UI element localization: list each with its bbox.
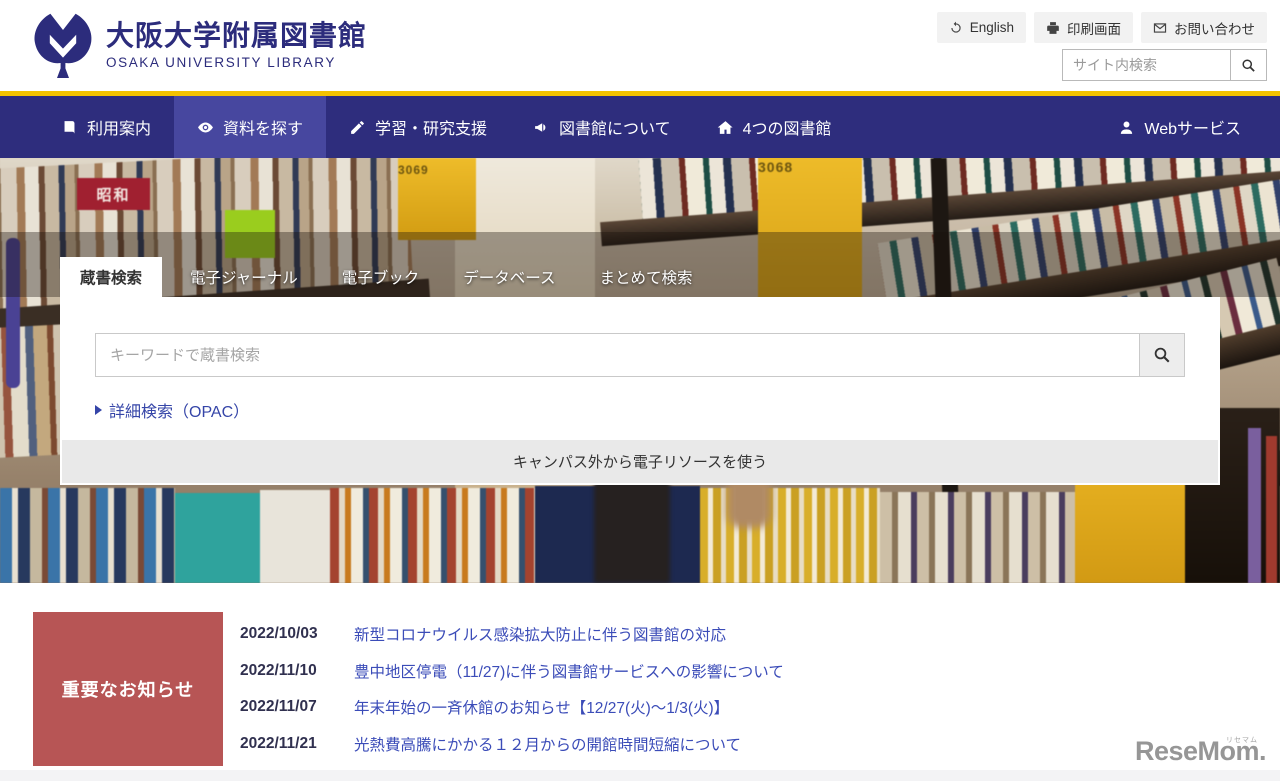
catalog-search-widget: 蔵書検索 電子ジャーナル 電子ブック データベース まとめて検索 詳細検索（OP… — [60, 257, 1220, 485]
resemom-watermark: リセマム ReseMom. — [1135, 736, 1267, 767]
tab-e-journal[interactable]: 電子ジャーナル — [174, 257, 314, 297]
library-logo[interactable]: 大阪大学附属図書館 OSAKA UNIVERSITY LIBRARY — [33, 7, 367, 83]
shelf-number-right: 3068 — [758, 159, 794, 175]
nav-item-four-libraries[interactable]: 4つの図書館 — [694, 96, 855, 158]
news-link[interactable]: 豊中地区停電（11/27)に伴う図書館サービスへの影響について — [354, 660, 784, 682]
catalog-search-bar — [60, 297, 1220, 377]
news-row: 2022/11/21 光熱費高騰にかかる１２月からの開館時間短縮について — [240, 733, 1220, 755]
book-spine-label: 昭和 — [96, 186, 131, 204]
news-link[interactable]: 新型コロナウイルス感染拡大防止に伴う図書館の対応 — [354, 623, 726, 645]
header: 大阪大学附属図書館 OSAKA UNIVERSITY LIBRARY Engli… — [0, 0, 1280, 91]
decor-warm-spines — [330, 488, 535, 583]
nav-item-learning-support[interactable]: 学習・研究支援 — [326, 96, 510, 158]
user-icon — [1121, 121, 1133, 134]
news-date: 2022/11/07 — [240, 698, 317, 716]
decor-books-bottom-left — [0, 488, 175, 583]
ginkgo-leaf-logo-icon — [34, 13, 92, 78]
footer-strip — [0, 770, 1280, 781]
main-nav: 利用案内 資料を探す 学習・研究支援 図書館について 4つの図書館 Webサービ… — [0, 96, 1280, 158]
print-button[interactable]: 印刷画面 — [1034, 12, 1133, 43]
nav-label: 資料を探す — [223, 121, 304, 138]
nav-item-find-materials[interactable]: 資料を探す — [174, 96, 327, 158]
decor-red-spine: 昭和 — [77, 178, 150, 210]
shelf-number-left: 3069 — [398, 163, 429, 177]
mail-icon — [1153, 22, 1167, 33]
news-date: 2022/11/10 — [240, 661, 317, 679]
site-search — [1062, 49, 1267, 81]
offcampus-resources-button[interactable]: キャンパス外から電子リソースを使う — [62, 440, 1218, 483]
advanced-search-label: 詳細検索（OPAC） — [109, 404, 250, 421]
book-icon — [64, 120, 75, 134]
news-list: 2022/10/03 新型コロナウイルス感染拡大防止に伴う図書館の対応 2022… — [240, 612, 1220, 766]
nav-item-web-service[interactable]: Webサービス — [1095, 96, 1264, 158]
print-label: 印刷画面 — [1067, 21, 1121, 37]
resemom-ruby: リセマム — [1226, 737, 1258, 744]
site-title: 大阪大学附属図書館 — [106, 20, 368, 52]
printer-icon — [1047, 21, 1059, 34]
catalog-search-input[interactable] — [95, 333, 1139, 377]
decor-red-spine-right — [1266, 436, 1277, 583]
site-subtitle: OSAKA UNIVERSITY LIBRARY — [106, 54, 336, 70]
sync-icon — [951, 21, 961, 33]
decor-cream-books — [260, 490, 330, 583]
english-label: English — [969, 20, 1014, 35]
tab-e-book[interactable]: 電子ブック — [326, 257, 436, 297]
decor-neutral-spines — [880, 492, 1075, 583]
nav-label: 利用案内 — [87, 121, 152, 138]
news-row: 2022/10/03 新型コロナウイルス感染拡大防止に伴う図書館の対応 — [240, 623, 1220, 645]
nav-item-about[interactable]: 図書館について — [510, 96, 694, 158]
search-tabs: 蔵書検索 電子ジャーナル 電子ブック データベース まとめて検索 — [60, 257, 1220, 297]
nav-label: Webサービス — [1144, 121, 1241, 138]
tab-catalog-search[interactable]: 蔵書検索 — [60, 257, 163, 297]
nav-label: 学習・研究支援 — [375, 121, 488, 138]
utility-links: English 印刷画面 お問い合わせ — [936, 12, 1267, 43]
search-panel: 詳細検索（OPAC） キャンパス外から電子リソースを使う — [60, 297, 1220, 485]
eye-icon — [198, 122, 213, 132]
catalog-search-button[interactable] — [1139, 333, 1185, 377]
page: 大阪大学附属図書館 OSAKA UNIVERSITY LIBRARY Engli… — [0, 0, 1280, 781]
site-search-button[interactable] — [1230, 49, 1267, 81]
search-icon — [1242, 58, 1255, 72]
tab-unified-search[interactable]: まとめて検索 — [584, 257, 709, 297]
news-link[interactable]: 年末年始の一斉休館のお知らせ【12/27(火)〜1/3(火)】 — [354, 696, 729, 718]
contact-button[interactable]: お問い合わせ — [1141, 12, 1267, 43]
advanced-search-link[interactable]: 詳細検索（OPAC） — [95, 398, 249, 422]
important-news-section: 重要なお知らせ 2022/10/03 新型コロナウイルス感染拡大防止に伴う図書館… — [33, 612, 1220, 766]
triangle-icon — [95, 405, 102, 415]
pencil-icon — [351, 120, 364, 134]
decor-teal-books — [175, 493, 260, 583]
decor-shelf-end-left: 3069 — [398, 158, 476, 240]
news-row: 2022/11/07 年末年始の一斉休館のお知らせ【12/27(火)〜1/3(火… — [240, 696, 1220, 718]
news-heading: 重要なお知らせ — [33, 612, 223, 766]
nav-item-guide[interactable]: 利用案内 — [38, 96, 174, 158]
tab-database[interactable]: データベース — [447, 257, 571, 297]
home-icon — [717, 120, 733, 134]
news-date: 2022/10/03 — [240, 625, 318, 643]
contact-label: お問い合わせ — [1174, 21, 1255, 37]
hero-banner: 昭和 3069 3068 蔵書検索 電子ジャーナル 電子ブック データベース ま… — [0, 158, 1280, 583]
news-link[interactable]: 光熱費高騰にかかる１２月からの開館時間短縮について — [354, 733, 741, 755]
decor-purple-spine — [1248, 428, 1261, 583]
english-button[interactable]: English — [936, 12, 1026, 43]
megaphone-icon — [535, 122, 546, 132]
nav-label: 4つの図書館 — [742, 121, 832, 138]
news-row: 2022/11/10 豊中地区停電（11/27)に伴う図書館サービスへの影響につ… — [240, 660, 1220, 682]
logo-text: 大阪大学附属図書館 OSAKA UNIVERSITY LIBRARY — [106, 20, 367, 69]
site-search-input[interactable] — [1062, 49, 1230, 81]
news-date: 2022/11/21 — [240, 734, 317, 752]
search-icon — [1154, 347, 1170, 363]
nav-label: 図書館について — [559, 121, 671, 138]
